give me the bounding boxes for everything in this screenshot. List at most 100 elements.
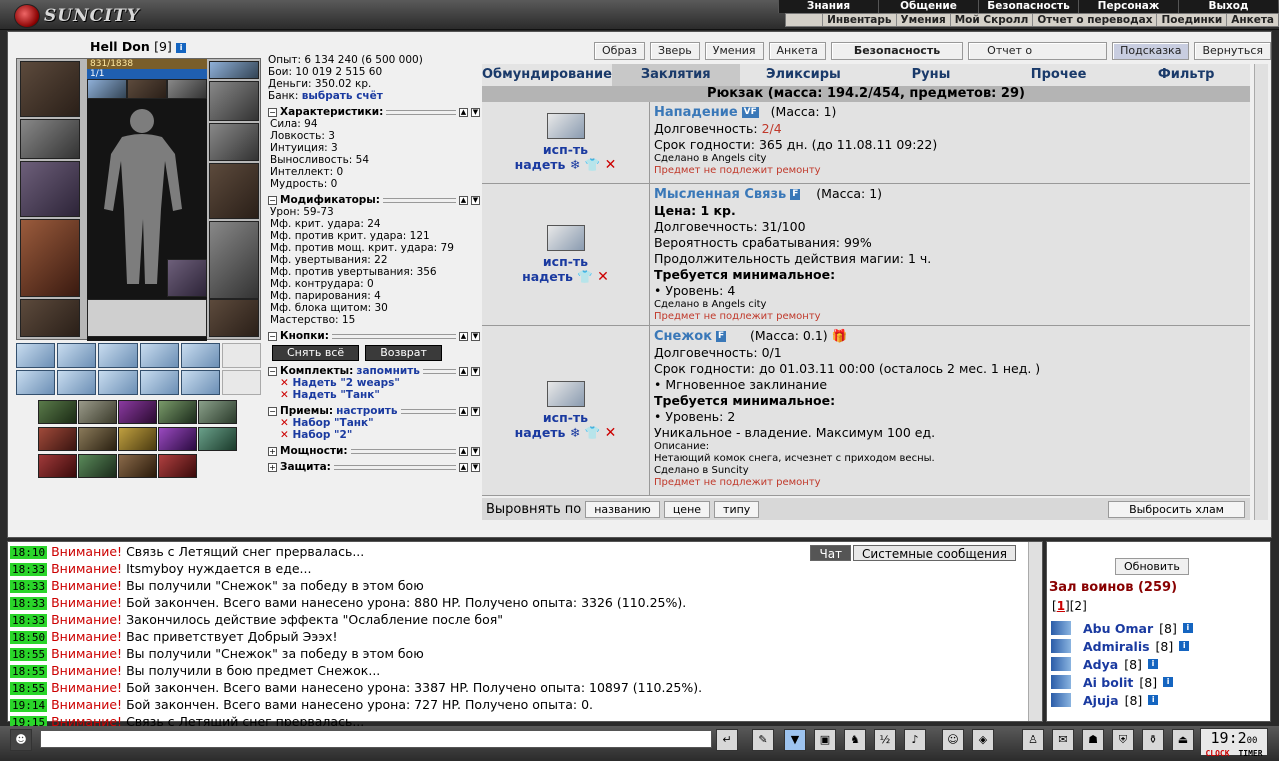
bank-select-link[interactable]: выбрать счёт bbox=[302, 90, 383, 102]
collapse-icon[interactable]: − bbox=[268, 107, 277, 117]
arrow-up-icon[interactable]: ▲ bbox=[459, 107, 468, 117]
rune-slot[interactable] bbox=[118, 454, 157, 478]
info-icon[interactable]: i bbox=[1148, 695, 1159, 705]
tab-other[interactable]: Прочее bbox=[995, 64, 1123, 86]
page-1-link[interactable]: 1 bbox=[1057, 599, 1065, 613]
arrow-down-icon[interactable]: ▼ bbox=[471, 446, 480, 456]
tab-runes[interactable]: Руны bbox=[867, 64, 995, 86]
chat-input[interactable] bbox=[40, 730, 712, 748]
configure-link[interactable]: настроить bbox=[336, 405, 397, 417]
refresh-button[interactable]: Обновить bbox=[1115, 558, 1189, 575]
discard-junk-button[interactable]: Выбросить хлам bbox=[1108, 500, 1245, 518]
message-time[interactable]: 18:55 bbox=[10, 682, 48, 695]
page-2-link[interactable]: 2 bbox=[1074, 599, 1082, 613]
skills-button[interactable]: Умения bbox=[704, 42, 764, 60]
arrow-down-icon[interactable]: ▼ bbox=[471, 331, 480, 341]
transfer-report-button[interactable]: Отчет о переводах bbox=[968, 42, 1108, 73]
rune-slot[interactable] bbox=[158, 454, 197, 478]
security-button[interactable]: Безопасность bbox=[830, 42, 964, 60]
technique-link[interactable]: Набор "Танк" bbox=[292, 417, 373, 429]
slot-boots[interactable] bbox=[209, 299, 259, 337]
slot-weapon[interactable] bbox=[20, 161, 80, 217]
slot-rings[interactable] bbox=[209, 81, 259, 121]
set-item[interactable]: ✕ Надеть "2 weaps" bbox=[280, 377, 480, 389]
arrow-down-icon[interactable]: ▼ bbox=[471, 366, 480, 376]
set-wear-link[interactable]: Надеть "2 weaps" bbox=[292, 377, 399, 389]
delete-icon[interactable]: ✕ bbox=[280, 389, 289, 401]
private-message-icon[interactable] bbox=[1051, 675, 1071, 689]
back-button[interactable]: Вернуться bbox=[1194, 42, 1271, 60]
item-list-scrollbar[interactable] bbox=[1254, 64, 1268, 520]
info-icon[interactable]: i bbox=[1179, 641, 1190, 651]
expand-icon[interactable]: + bbox=[268, 462, 277, 472]
sort-by-type-button[interactable]: типу bbox=[714, 500, 760, 518]
info-icon[interactable]: i bbox=[1182, 623, 1193, 633]
player-name[interactable]: Abu Omar bbox=[1083, 621, 1153, 636]
scroll-slot[interactable] bbox=[57, 343, 97, 368]
submenu-profile[interactable]: Анкета bbox=[1226, 14, 1278, 26]
player-name[interactable]: Ajuja bbox=[1083, 693, 1119, 708]
tab-equipment[interactable]: Обмундирование bbox=[482, 64, 612, 86]
submenu-duels[interactable]: Поединки bbox=[1156, 14, 1226, 26]
message-time[interactable]: 19:14 bbox=[10, 699, 48, 712]
eraser-icon[interactable]: ✎ bbox=[752, 729, 774, 751]
slot-shield[interactable] bbox=[209, 163, 259, 219]
hint-button[interactable]: Подсказка bbox=[1112, 42, 1190, 60]
filter-icon[interactable]: ▼ bbox=[784, 729, 806, 751]
rune-slot[interactable] bbox=[38, 427, 77, 451]
delete-icon[interactable]: ✕ bbox=[597, 269, 609, 285]
scroll-slot[interactable] bbox=[139, 370, 179, 395]
potion-icon[interactable]: ♙ bbox=[1022, 729, 1044, 751]
walk-icon[interactable]: ♞ bbox=[844, 729, 866, 751]
player-name[interactable]: Ai bolit bbox=[1083, 675, 1133, 690]
message-time[interactable]: 18:33 bbox=[10, 563, 48, 576]
rune-slot[interactable] bbox=[158, 427, 197, 451]
rune-slot[interactable] bbox=[78, 400, 117, 424]
scroll-slot-empty[interactable] bbox=[221, 370, 261, 395]
use-link[interactable]: исп-ть bbox=[543, 410, 588, 425]
arrow-up-icon[interactable]: ▲ bbox=[459, 195, 468, 205]
sort-by-price-button[interactable]: цене bbox=[663, 500, 711, 518]
message-time[interactable]: 18:55 bbox=[10, 648, 48, 661]
arrow-down-icon[interactable]: ▼ bbox=[471, 462, 480, 472]
technique-item[interactable]: ✕ Набор "2" bbox=[280, 429, 480, 441]
message-time[interactable]: 18:50 bbox=[10, 631, 48, 644]
message-time[interactable]: 18:33 bbox=[10, 597, 48, 610]
use-link[interactable]: исп-ть bbox=[543, 254, 588, 269]
item-name[interactable]: Снежок bbox=[654, 329, 712, 344]
player-name[interactable]: Admiralis bbox=[1083, 639, 1150, 654]
slot-earring[interactable] bbox=[127, 79, 167, 99]
shirt-icon[interactable]: 👕 bbox=[585, 425, 601, 440]
chat-scrollbar[interactable] bbox=[1028, 542, 1042, 721]
private-message-icon[interactable] bbox=[1051, 657, 1071, 671]
rune-slot[interactable] bbox=[118, 400, 157, 424]
message-time[interactable]: 18:33 bbox=[10, 580, 48, 593]
scroll-slot[interactable] bbox=[139, 343, 179, 368]
delete-icon[interactable]: ✕ bbox=[605, 157, 617, 173]
rune-slot[interactable] bbox=[158, 400, 197, 424]
scroll-slot[interactable] bbox=[180, 343, 220, 368]
use-link[interactable]: исп-ть bbox=[543, 142, 588, 157]
submenu-transfer-report[interactable]: Отчет о переводах bbox=[1032, 14, 1156, 26]
shirt-icon[interactable]: 👕 bbox=[585, 157, 601, 172]
player-name[interactable]: Adya bbox=[1083, 657, 1118, 672]
remove-all-button[interactable]: Снять всё bbox=[272, 345, 360, 361]
arrow-up-icon[interactable]: ▲ bbox=[459, 406, 468, 416]
delete-icon[interactable]: ✕ bbox=[280, 417, 289, 429]
scroll-slot-empty[interactable] bbox=[221, 343, 261, 368]
info-icon[interactable]: i bbox=[176, 42, 187, 53]
mask-icon[interactable]: ☗ bbox=[1082, 729, 1104, 751]
send-icon[interactable]: ↵ bbox=[716, 729, 738, 751]
wear-link[interactable]: надеть bbox=[515, 157, 566, 172]
sound-icon[interactable]: ♪ bbox=[904, 729, 926, 751]
delete-icon[interactable]: ✕ bbox=[605, 425, 617, 441]
map-icon[interactable]: ◈ bbox=[972, 729, 994, 751]
arrow-up-icon[interactable]: ▲ bbox=[459, 366, 468, 376]
slot-belt[interactable] bbox=[20, 299, 80, 337]
save-icon[interactable]: ▣ bbox=[814, 729, 836, 751]
private-message-icon[interactable] bbox=[1051, 621, 1071, 635]
scroll-slot[interactable] bbox=[16, 370, 56, 395]
scroll-slot[interactable] bbox=[16, 343, 56, 368]
technique-item[interactable]: ✕ Набор "Танк" bbox=[280, 417, 480, 429]
rune-slot[interactable] bbox=[78, 427, 117, 451]
